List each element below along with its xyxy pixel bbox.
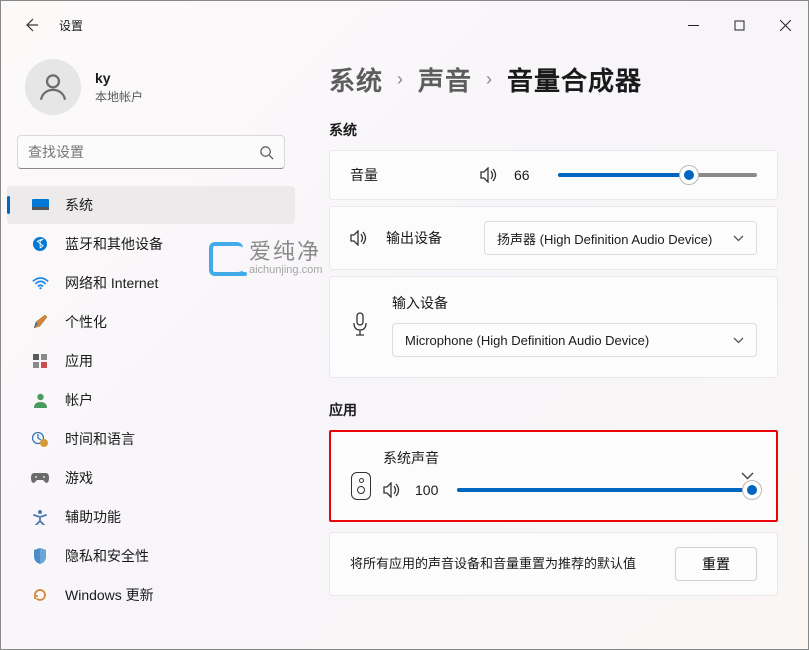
breadcrumb: 系统 › 声音 › 音量合成器 [329,61,778,98]
sidebar-item-accounts[interactable]: 帐户 [7,381,295,419]
settings-window: 设置 ky [0,0,809,650]
system-icon [31,196,49,214]
sidebar-item-label: 隐私和安全性 [65,546,149,566]
speaker-device-icon [351,472,371,500]
breadcrumb-system[interactable]: 系统 [329,61,383,98]
nav-list: 系统 蓝牙和其他设备 网络和 Internet 个性化 应用 [1,186,301,614]
volume-slider[interactable] [558,165,757,185]
sidebar-item-network[interactable]: 网络和 Internet [7,264,295,302]
sidebar-item-system[interactable]: 系统 [7,186,295,224]
section-system-label: 系统 [329,120,778,140]
microphone-icon [350,312,370,338]
speaker-icon [383,482,401,498]
breadcrumb-sound[interactable]: 声音 [418,61,472,98]
sidebar-item-label: 应用 [65,351,93,371]
close-icon [780,20,791,31]
input-device-card: 输入设备 Microphone (High Definition Audio D… [329,276,778,378]
input-device-select[interactable]: Microphone (High Definition Audio Device… [392,323,757,357]
sidebar-item-bluetooth[interactable]: 蓝牙和其他设备 [7,225,295,263]
sidebar-item-label: 蓝牙和其他设备 [65,234,163,254]
avatar [25,59,81,115]
sidebar-item-label: 系统 [65,195,93,215]
sidebar-item-gaming[interactable]: 游戏 [7,459,295,497]
search-icon [259,145,274,160]
chevron-down-icon [741,472,754,480]
output-device-card: 输出设备 扬声器 (High Definition Audio Device) [329,206,778,270]
speaker-icon[interactable] [480,167,498,183]
person-icon [36,70,70,104]
speaker-icon [350,230,368,246]
app-title: 系统声音 [383,448,756,468]
sidebar: ky 本地帐户 系统 蓝牙和其他设备 [1,49,301,649]
sidebar-item-label: 时间和语言 [65,429,135,449]
account-icon [31,391,49,409]
input-device-value: Microphone (High Definition Audio Device… [405,333,649,348]
window-title: 设置 [59,17,83,34]
sidebar-item-label: 辅助功能 [65,507,121,527]
arrow-left-icon [23,17,39,33]
expand-chevron[interactable] [741,472,754,480]
reset-description: 将所有应用的声音设备和音量重置为推荐的默认值 [350,554,636,574]
minimize-button[interactable] [670,7,716,43]
chevron-right-icon: › [486,69,493,90]
close-button[interactable] [762,7,808,43]
master-volume-card: 音量 66 [329,150,778,200]
chevron-down-icon [733,337,744,344]
maximize-icon [734,20,745,31]
username: ky [95,70,143,86]
sidebar-item-time-language[interactable]: 时间和语言 [7,420,295,458]
gamepad-icon [31,469,49,487]
account-type: 本地帐户 [95,88,143,105]
sidebar-item-label: 帐户 [65,390,93,410]
volume-label: 音量 [350,165,464,185]
sidebar-item-windows-update[interactable]: Windows 更新 [7,576,295,614]
reset-button[interactable]: 重置 [675,547,757,581]
sidebar-item-label: 游戏 [65,468,93,488]
main-content: 系统 › 声音 › 音量合成器 系统 音量 66 [301,49,808,649]
sidebar-item-label: Windows 更新 [65,585,154,605]
chevron-right-icon: › [397,69,404,90]
profile-block[interactable]: ky 本地帐户 [1,57,301,135]
wifi-icon [31,274,49,292]
sidebar-item-label: 网络和 Internet [65,273,158,293]
back-button[interactable] [21,15,41,35]
bluetooth-icon [31,235,49,253]
brush-icon [31,313,49,331]
sidebar-item-accessibility[interactable]: 辅助功能 [7,498,295,536]
volume-value: 66 [514,167,542,183]
accessibility-icon [31,508,49,526]
app-volume-value: 100 [415,482,443,498]
search-input[interactable] [28,144,259,160]
breadcrumb-volume-mixer: 音量合成器 [507,61,642,98]
titlebar: 设置 [1,1,808,49]
output-device-label: 输出设备 [386,228,466,248]
input-device-label: 输入设备 [392,293,757,313]
maximize-button[interactable] [716,7,762,43]
apps-icon [31,352,49,370]
minimize-icon [688,20,699,31]
section-apps-label: 应用 [329,400,778,420]
sidebar-item-label: 个性化 [65,312,107,332]
sidebar-item-apps[interactable]: 应用 [7,342,295,380]
shield-icon [31,547,49,565]
clock-globe-icon [31,430,49,448]
output-device-select[interactable]: 扬声器 (High Definition Audio Device) [484,221,757,255]
chevron-down-icon [733,235,744,242]
reset-card: 将所有应用的声音设备和音量重置为推荐的默认值 重置 [329,532,778,596]
app-volume-slider[interactable] [457,480,752,500]
output-device-value: 扬声器 (High Definition Audio Device) [497,229,712,248]
update-icon [31,586,49,604]
search-box[interactable] [17,135,285,169]
sidebar-item-personalization[interactable]: 个性化 [7,303,295,341]
system-sounds-card[interactable]: 系统声音 100 [329,430,778,522]
sidebar-item-privacy[interactable]: 隐私和安全性 [7,537,295,575]
